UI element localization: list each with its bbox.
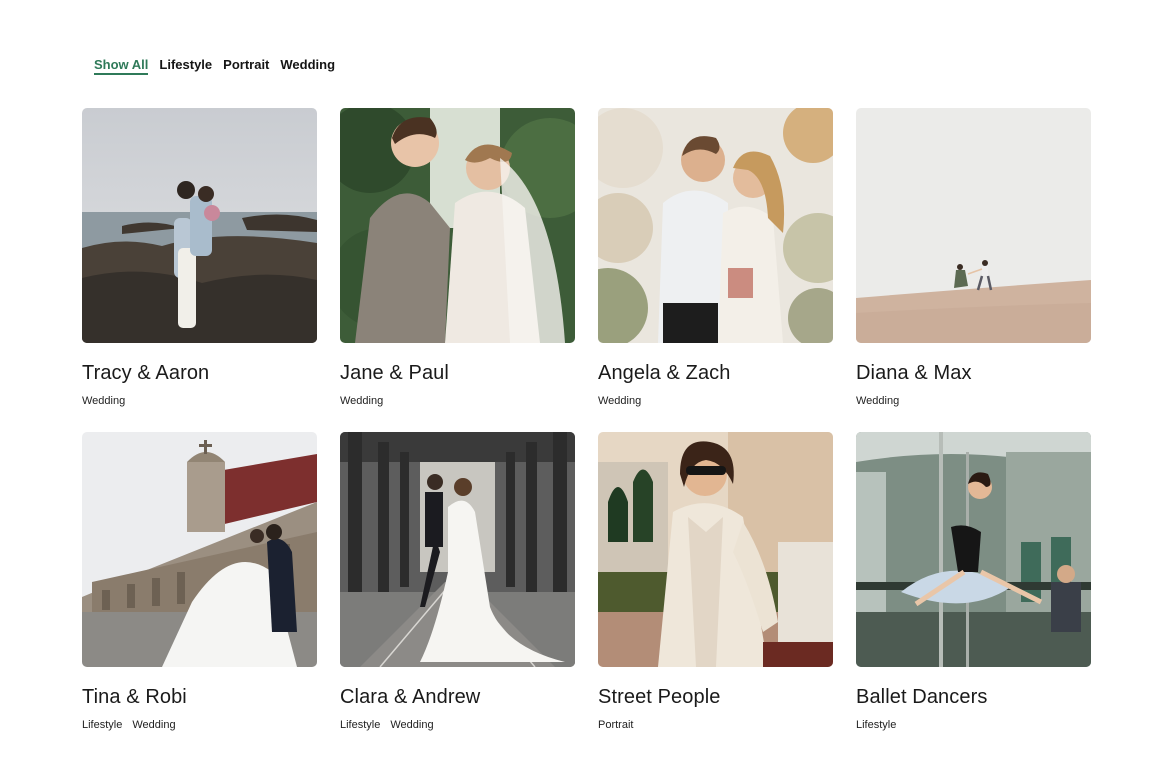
card-tags: Wedding [82,394,317,408]
filter-portrait[interactable]: Portrait [223,57,269,73]
couple-in-greenhouse-photo[interactable] [340,108,575,343]
card-tag[interactable]: Lifestyle [82,718,122,732]
card-tag[interactable]: Wedding [340,394,383,408]
card-tags: Lifestyle Wedding [340,718,575,732]
filter-show-all[interactable]: Show All [94,57,149,75]
card-tags: Lifestyle Wedding [82,718,317,732]
card-tag[interactable]: Wedding [856,394,899,408]
card-title[interactable]: Clara & Andrew [340,685,575,709]
card-title[interactable]: Tracy & Aaron [82,361,317,385]
couple-with-flowers-photo[interactable] [598,108,833,343]
couple-by-church-wall-photo[interactable] [82,432,317,667]
filter-wedding[interactable]: Wedding [280,57,335,73]
card-tags: Wedding [340,394,575,408]
portfolio-page: Show All Lifestyle Portrait Wedding Trac… [0,0,1170,780]
card-tags: Portrait [598,718,833,732]
gallery-card[interactable]: Tina & Robi Lifestyle Wedding [82,432,317,756]
card-title[interactable]: Angela & Zach [598,361,833,385]
category-filter-bar: Show All Lifestyle Portrait Wedding [94,57,335,75]
gallery-card[interactable]: Diana & Max Wedding [856,108,1091,432]
gallery-grid: Tracy & Aaron Wedding Jane & Paul Weddin… [82,108,1091,756]
card-tag[interactable]: Lifestyle [340,718,380,732]
filter-lifestyle[interactable]: Lifestyle [159,57,212,73]
card-tag[interactable]: Wedding [390,718,433,732]
gallery-card[interactable]: Clara & Andrew Lifestyle Wedding [340,432,575,756]
card-tag[interactable]: Wedding [132,718,175,732]
card-title[interactable]: Ballet Dancers [856,685,1091,709]
gallery-card[interactable]: Street People Portrait [598,432,833,756]
couple-under-bridge-photo[interactable] [340,432,575,667]
dancer-on-subway-photo[interactable] [856,432,1091,667]
card-title[interactable]: Tina & Robi [82,685,317,709]
card-tags: Wedding [856,394,1091,408]
woman-in-trench-coat-photo[interactable] [598,432,833,667]
couple-on-dune-photo[interactable] [856,108,1091,343]
gallery-card[interactable]: Tracy & Aaron Wedding [82,108,317,432]
card-title[interactable]: Jane & Paul [340,361,575,385]
card-tags: Wedding [598,394,833,408]
card-tags: Lifestyle [856,718,1091,732]
card-tag[interactable]: Wedding [82,394,125,408]
couple-on-rocky-coast-photo[interactable] [82,108,317,343]
gallery-card[interactable]: Ballet Dancers Lifestyle [856,432,1091,756]
card-tag[interactable]: Wedding [598,394,641,408]
card-title[interactable]: Street People [598,685,833,709]
gallery-card[interactable]: Angela & Zach Wedding [598,108,833,432]
card-tag[interactable]: Portrait [598,718,633,732]
gallery-card[interactable]: Jane & Paul Wedding [340,108,575,432]
card-tag[interactable]: Lifestyle [856,718,896,732]
card-title[interactable]: Diana & Max [856,361,1091,385]
